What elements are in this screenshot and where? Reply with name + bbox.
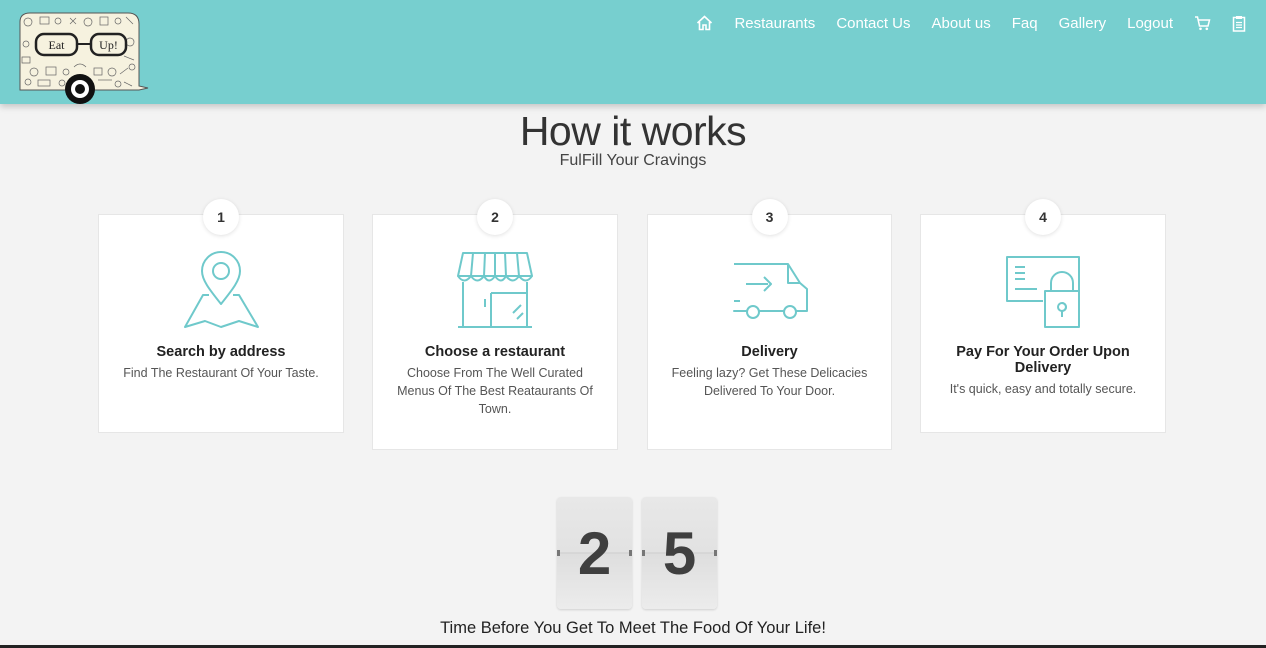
nav-restaurants[interactable]: Restaurants xyxy=(734,12,815,34)
step-card-4: 4 Pay For Your Order Upon Delivery It's … xyxy=(920,199,1166,433)
nav-home[interactable] xyxy=(696,12,713,34)
step-title-4: Pay For Your Order Upon Delivery xyxy=(956,344,1130,376)
step-number-4: 4 xyxy=(1025,199,1061,235)
countdown-digit-1: 2 xyxy=(557,497,632,609)
countdown-caption: Time Before You Get To Meet The Food Of … xyxy=(440,619,826,637)
clipboard-icon xyxy=(1232,15,1246,32)
storefront-icon xyxy=(457,252,533,328)
map-pin-icon xyxy=(184,251,259,328)
nav-about-us[interactable]: About us xyxy=(932,12,991,34)
step-card-3: 3 Delivery Feeling lazy? Get These Delic… xyxy=(647,199,892,450)
nav-faq[interactable]: Faq xyxy=(1012,12,1038,34)
step-title-1: Search by address xyxy=(156,344,286,360)
nav-logout[interactable]: Logout xyxy=(1127,12,1173,34)
nav-gallery[interactable]: Gallery xyxy=(1059,12,1107,34)
step-card-1: 1 Search by address Find The Restaurant … xyxy=(98,199,344,433)
page-subtitle: FulFill Your Cravings xyxy=(559,152,707,169)
step-description-2: Choose From The Well Curated Menus Of Th… xyxy=(397,366,593,416)
nav-cart[interactable] xyxy=(1194,12,1211,34)
cart-icon xyxy=(1195,16,1211,31)
step-card-2: 2 Choose a restaurant Choose From The We… xyxy=(372,199,618,450)
top-navbar: Eat Up! Restaurants Contact Us About us … xyxy=(0,0,1266,104)
logo-word-eat: Eat xyxy=(49,38,66,52)
step-description-4: It's quick, easy and totally secure. xyxy=(949,382,1137,396)
nav-orders[interactable] xyxy=(1232,12,1246,34)
countdown-digit-2: 5 xyxy=(642,497,717,609)
home-icon xyxy=(697,15,713,31)
eatup-logo[interactable]: Eat Up! xyxy=(18,12,150,104)
step-number-3: 3 xyxy=(751,199,788,235)
page-title: How it works xyxy=(519,108,747,154)
step-description-1: Find The Restaurant Of Your Taste. xyxy=(123,366,319,380)
nav-contact-us[interactable]: Contact Us xyxy=(836,12,910,34)
step-title-3: Delivery xyxy=(741,344,798,360)
step-number-2: 2 xyxy=(477,199,513,235)
logo-word-up: Up! xyxy=(99,38,118,52)
delivery-van-icon xyxy=(732,263,808,319)
main-nav: Restaurants Contact Us About us Faq Gall… xyxy=(696,12,1246,34)
step-number-1: 1 xyxy=(203,199,239,235)
step-description-3: Feeling lazy? Get These Delicacies Deliv… xyxy=(671,366,868,398)
step-title-2: Choose a restaurant xyxy=(424,344,566,360)
secure-card-icon xyxy=(1006,256,1080,328)
